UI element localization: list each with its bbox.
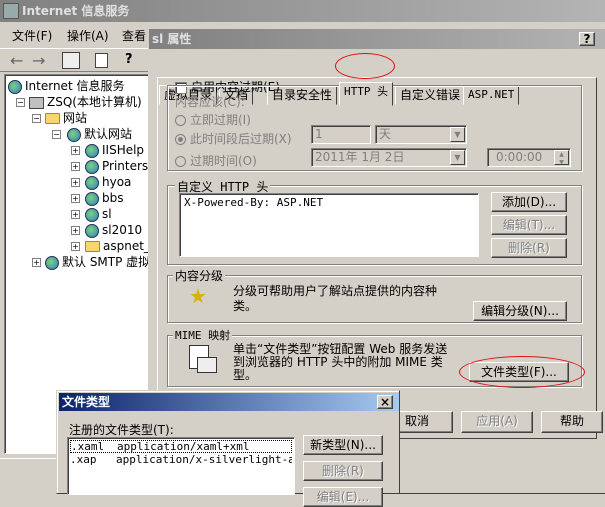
file-types-dialog: 文件类型 × 注册的文件类型(T): .xaml application/xaml…: [56, 390, 400, 507]
tree-item[interactable]: IISHelp: [85, 142, 144, 158]
mmc-titlebar[interactable]: Internet 信息服务: [0, 0, 605, 22]
mime-document-icon: [189, 345, 217, 373]
add-header-button[interactable]: 添加(D)...: [491, 192, 567, 212]
folder-icon: [85, 241, 100, 252]
vdir-icon: [85, 191, 99, 206]
expire-time-field[interactable]: 0:00:00 ▲ ▼: [487, 148, 571, 167]
expire-now-radio[interactable]: 立即过期(I): [175, 111, 251, 128]
list-item[interactable]: .xap application/x-silverlight-app: [70, 454, 292, 467]
spinner-icon: ▲ ▼: [554, 150, 569, 166]
expire-number-field[interactable]: 1: [311, 125, 371, 144]
edit-header-button[interactable]: 编辑(T)...: [491, 215, 567, 235]
header-list-item[interactable]: X-Powered-By: ASP.NET: [180, 194, 478, 211]
delete-header-button[interactable]: 删除(R): [491, 238, 567, 258]
file-types-list[interactable]: .xaml application/xaml+xml .xap applicatio…: [67, 437, 295, 495]
mime-description: 单击“文件类型”按钮配置 Web 服务发送到浏览器的 HTTP 头中的附加 MI…: [233, 342, 448, 382]
iis-app-icon: [3, 3, 19, 19]
rating-description: 分级可帮助用户了解站点提供的内容种类。: [233, 284, 438, 313]
tree-item[interactable]: ZSQ(本地计算机): [29, 94, 142, 110]
help-title-button[interactable]: ?: [579, 32, 595, 46]
edit-rating-button[interactable]: 编辑分级(N)...: [473, 301, 567, 321]
expand-icon[interactable]: +: [71, 210, 80, 219]
expand-icon[interactable]: +: [71, 162, 80, 171]
help-button[interactable]: 帮助: [541, 411, 603, 433]
collapse-icon[interactable]: −: [32, 114, 41, 123]
edit-type-button[interactable]: 编辑(E)...: [303, 487, 383, 507]
expire-on-radio[interactable]: 过期时间(O): [175, 152, 257, 169]
file-types-title: 文件类型: [62, 395, 111, 409]
expand-icon[interactable]: +: [71, 242, 80, 251]
file-types-close-button[interactable]: ×: [377, 395, 393, 409]
expire-after-radio[interactable]: 此时间段后过期(X): [175, 130, 292, 147]
collapse-icon[interactable]: −: [16, 98, 25, 107]
custom-headers-list[interactable]: X-Powered-By: ASP.NET: [179, 193, 479, 257]
vdir-icon: [85, 207, 99, 222]
expand-icon[interactable]: +: [71, 226, 80, 235]
back-arrow-icon[interactable]: ←: [10, 51, 23, 70]
annotation-circle: [335, 53, 395, 79]
menu-file[interactable]: 文件(F): [12, 27, 52, 44]
content-rating-label: 内容分级: [173, 267, 226, 284]
new-type-button[interactable]: 新类型(N)...: [303, 435, 383, 455]
rating-star-icon: ★: [189, 284, 207, 308]
mime-map-label: MIME 映射: [173, 327, 233, 343]
file-types-titlebar[interactable]: 文件类型: [59, 393, 399, 411]
tree-item[interactable]: 网站: [45, 110, 87, 126]
expand-icon[interactable]: +: [71, 194, 80, 203]
tree-item[interactable]: Printers: [85, 158, 148, 174]
apply-button[interactable]: 应用(A): [461, 411, 533, 433]
expand-icon[interactable]: +: [71, 178, 80, 187]
vdir-icon: [85, 223, 99, 238]
tree-item[interactable]: aspnet_c: [85, 238, 149, 254]
computer-icon: [29, 96, 44, 109]
smtp-icon: [45, 255, 59, 270]
file-types-button[interactable]: 文件类型(F)...: [469, 362, 569, 382]
website-icon: [67, 127, 81, 142]
iis-globe-icon: [8, 79, 22, 94]
tree-item[interactable]: sl2010: [85, 222, 142, 238]
radio-circle: [175, 156, 186, 167]
expire-unit-select[interactable]: 天 ▼: [375, 125, 467, 144]
help-icon[interactable]: ?: [125, 52, 133, 67]
tree-item[interactable]: 默认网站: [67, 126, 132, 142]
tree-item[interactable]: hyoa: [85, 174, 131, 190]
folder-icon: [45, 113, 60, 124]
props-title: sl 属性: [152, 32, 192, 46]
tab-http-headers[interactable]: HTTP 头: [339, 82, 394, 106]
tree-item[interactable]: sl: [85, 206, 112, 222]
expire-group-label: 内容应该(C):: [175, 95, 245, 109]
mmc-toolbar: ← → ?: [0, 48, 150, 72]
props-titlebar[interactable]: sl 属性: [149, 29, 605, 49]
radio-circle: [175, 134, 186, 145]
show-tree-icon[interactable]: [62, 52, 80, 69]
registered-types-label: 注册的文件类型(T):: [69, 423, 174, 437]
vdir-icon: [85, 175, 99, 190]
radio-circle: [175, 115, 186, 126]
tree-item[interactable]: bbs: [85, 190, 124, 206]
expand-icon[interactable]: +: [71, 146, 80, 155]
tree-item[interactable]: 默认 SMTP 虚拟: [45, 254, 149, 270]
forward-arrow-icon[interactable]: →: [32, 51, 45, 70]
mmc-title: Internet 信息服务: [22, 4, 130, 18]
vdir-icon: [85, 159, 99, 174]
collapse-icon[interactable]: −: [52, 130, 61, 139]
menu-view[interactable]: 查看: [122, 27, 146, 44]
properties-icon[interactable]: [95, 53, 108, 68]
list-item[interactable]: .xaml application/xaml+xml: [70, 440, 292, 453]
tree-item[interactable]: Internet 信息服务: [8, 78, 124, 94]
delete-type-button[interactable]: 删除(R): [303, 461, 383, 481]
expand-icon[interactable]: +: [32, 258, 41, 267]
dropdown-arrow-icon: ▼: [450, 127, 465, 142]
expire-date-field[interactable]: 2011年 1月 2日 ▼: [311, 148, 467, 167]
vdir-icon: [85, 143, 99, 158]
mmc-menubar: 文件(F) 操作(A) 查看: [0, 24, 150, 44]
menu-action[interactable]: 操作(A): [67, 27, 109, 44]
dropdown-arrow-icon: ▼: [450, 150, 465, 165]
